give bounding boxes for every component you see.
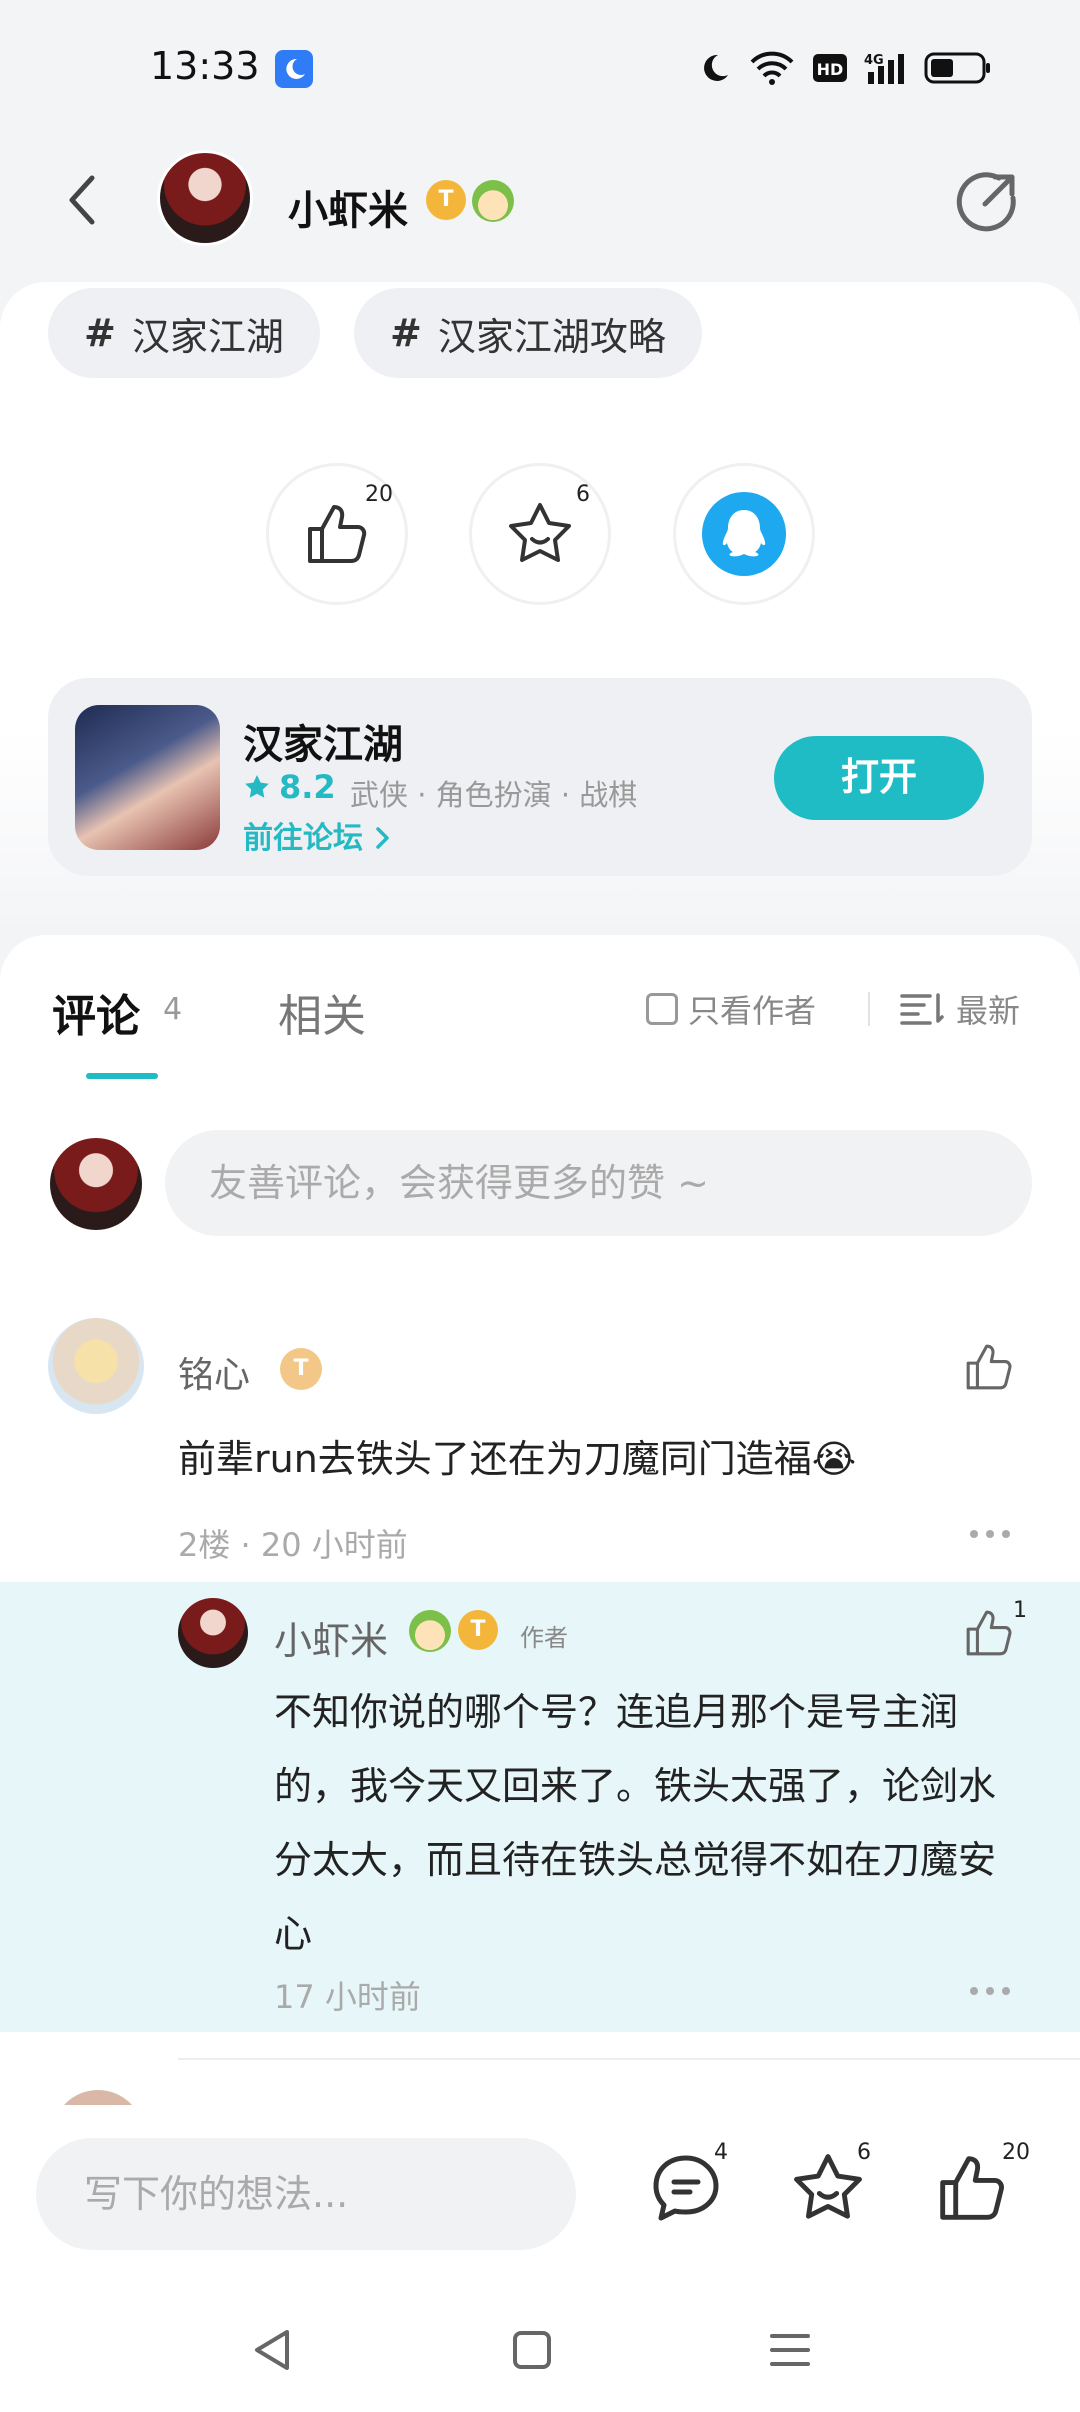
qq-icon	[702, 492, 786, 576]
rating-value: 8.2	[279, 768, 336, 806]
moon-icon	[704, 54, 728, 81]
share-button[interactable]	[955, 168, 1021, 234]
like-button[interactable]: 20	[266, 463, 408, 605]
game-icon[interactable]	[75, 705, 220, 850]
tag-label: 汉家江湖	[131, 314, 284, 359]
tab-indicator	[86, 1073, 158, 1079]
tag-chip[interactable]: # 汉家江湖	[48, 288, 320, 378]
reply-text: 不知你说的哪个号？连追月那个是号主润的，我今天又回来了。铁头太强了，论剑水分太大…	[274, 1690, 997, 1956]
comment-like-button[interactable]	[962, 1340, 1016, 1394]
thumbs-up-icon	[940, 2156, 1004, 2220]
level-badge: T	[458, 1610, 498, 1650]
my-avatar	[50, 1138, 142, 1230]
tab-comments[interactable]: 评论	[52, 980, 140, 1044]
level-badge: T	[280, 1348, 322, 1390]
reply-like-button[interactable]	[962, 1606, 1016, 1660]
battery-icon	[924, 52, 990, 84]
comment-text: 前辈run去铁头了还在为刀魔同门造福😭	[178, 1437, 857, 1481]
game-genres: 武侠 · 角色扮演 · 战棋	[350, 778, 638, 812]
sort-label: 最新	[956, 992, 1021, 1030]
author-tag: 作者	[520, 1624, 568, 1652]
comment-input[interactable]	[165, 1130, 1032, 1236]
hash-icon: #	[84, 311, 116, 355]
reply-meta: 17 小时前	[274, 1978, 421, 2016]
nav-back-button[interactable]	[243, 2320, 303, 2380]
status-icons: HD 4G	[698, 46, 992, 90]
share-icon	[956, 172, 1016, 232]
sort-icon	[900, 993, 944, 1025]
divider	[178, 2058, 1080, 2060]
checkbox-icon[interactable]	[646, 993, 678, 1025]
star-icon	[794, 2154, 862, 2219]
comment-bubble-icon	[653, 2155, 719, 2221]
thumbs-up-icon	[308, 505, 367, 563]
commenter-avatar[interactable]	[48, 1318, 144, 1414]
tag-label: 汉家江湖攻略	[437, 314, 666, 359]
comment-meta: 2楼 · 20 小时前	[178, 1526, 408, 1564]
forum-link-label: 前往论坛	[243, 821, 363, 856]
more-options-icon[interactable]	[970, 1987, 1010, 1997]
author-avatar[interactable]	[157, 150, 253, 246]
reply-author-avatar[interactable]	[178, 1598, 248, 1668]
do-not-disturb-icon	[275, 50, 313, 88]
square-home-icon	[513, 2331, 551, 2369]
menu-lines-icon	[770, 2334, 810, 2366]
comment-count: 4	[163, 992, 183, 1027]
back-button[interactable]	[58, 170, 108, 230]
game-rating: 8.2	[243, 768, 336, 806]
bottom-comment-input[interactable]	[36, 2138, 576, 2250]
chevron-right-icon	[376, 827, 390, 849]
avatar-badge-icon	[409, 1610, 451, 1652]
svg-text:HD: HD	[817, 60, 844, 79]
signal-icon: 4G	[864, 53, 904, 84]
thumbs-up-icon	[966, 1344, 1012, 1390]
nav-menu-button[interactable]	[760, 2320, 820, 2380]
sort-button[interactable]: 最新	[900, 986, 1020, 1032]
qq-share-button[interactable]	[673, 463, 815, 605]
bottom-favorite-count: 6	[857, 2140, 871, 2165]
bottom-like-count: 20	[1002, 2140, 1030, 2165]
author-name[interactable]: 小虾米	[288, 178, 408, 236]
avatar-badge-icon	[472, 180, 514, 222]
svg-text:4G: 4G	[864, 53, 884, 68]
reply-like-count: 1	[1013, 1598, 1027, 1623]
open-game-button[interactable]: 打开	[774, 736, 984, 820]
reply-author-name[interactable]: 小虾米	[274, 1610, 388, 1665]
level-badge: T	[426, 180, 466, 220]
like-count: 20	[365, 482, 393, 507]
author-only-label: 只看作者	[688, 992, 817, 1030]
tag-chip[interactable]: # 汉家江湖攻略	[354, 288, 702, 378]
forum-link[interactable]: 前往论坛	[243, 813, 393, 857]
favorite-button[interactable]: 6	[469, 463, 611, 605]
status-time: 13:33	[150, 44, 260, 88]
hash-icon: #	[390, 311, 422, 355]
nav-home-button[interactable]	[502, 2320, 562, 2380]
more-options-icon[interactable]	[970, 1530, 1010, 1540]
author-only-toggle[interactable]: 只看作者	[646, 986, 816, 1032]
star-icon	[509, 503, 571, 562]
tab-related[interactable]: 相关	[278, 980, 366, 1044]
thumbs-up-icon	[966, 1610, 1012, 1656]
wifi-icon	[750, 51, 794, 85]
hd-icon: HD	[813, 54, 847, 82]
triangle-back-icon	[255, 2330, 289, 2370]
star-icon	[245, 775, 269, 798]
bottom-comment-count: 4	[714, 2140, 728, 2165]
commenter-name[interactable]: 铭心	[178, 1346, 250, 1398]
divider	[868, 992, 870, 1026]
favorite-count: 6	[576, 482, 590, 507]
game-name: 汉家江湖	[243, 722, 403, 768]
